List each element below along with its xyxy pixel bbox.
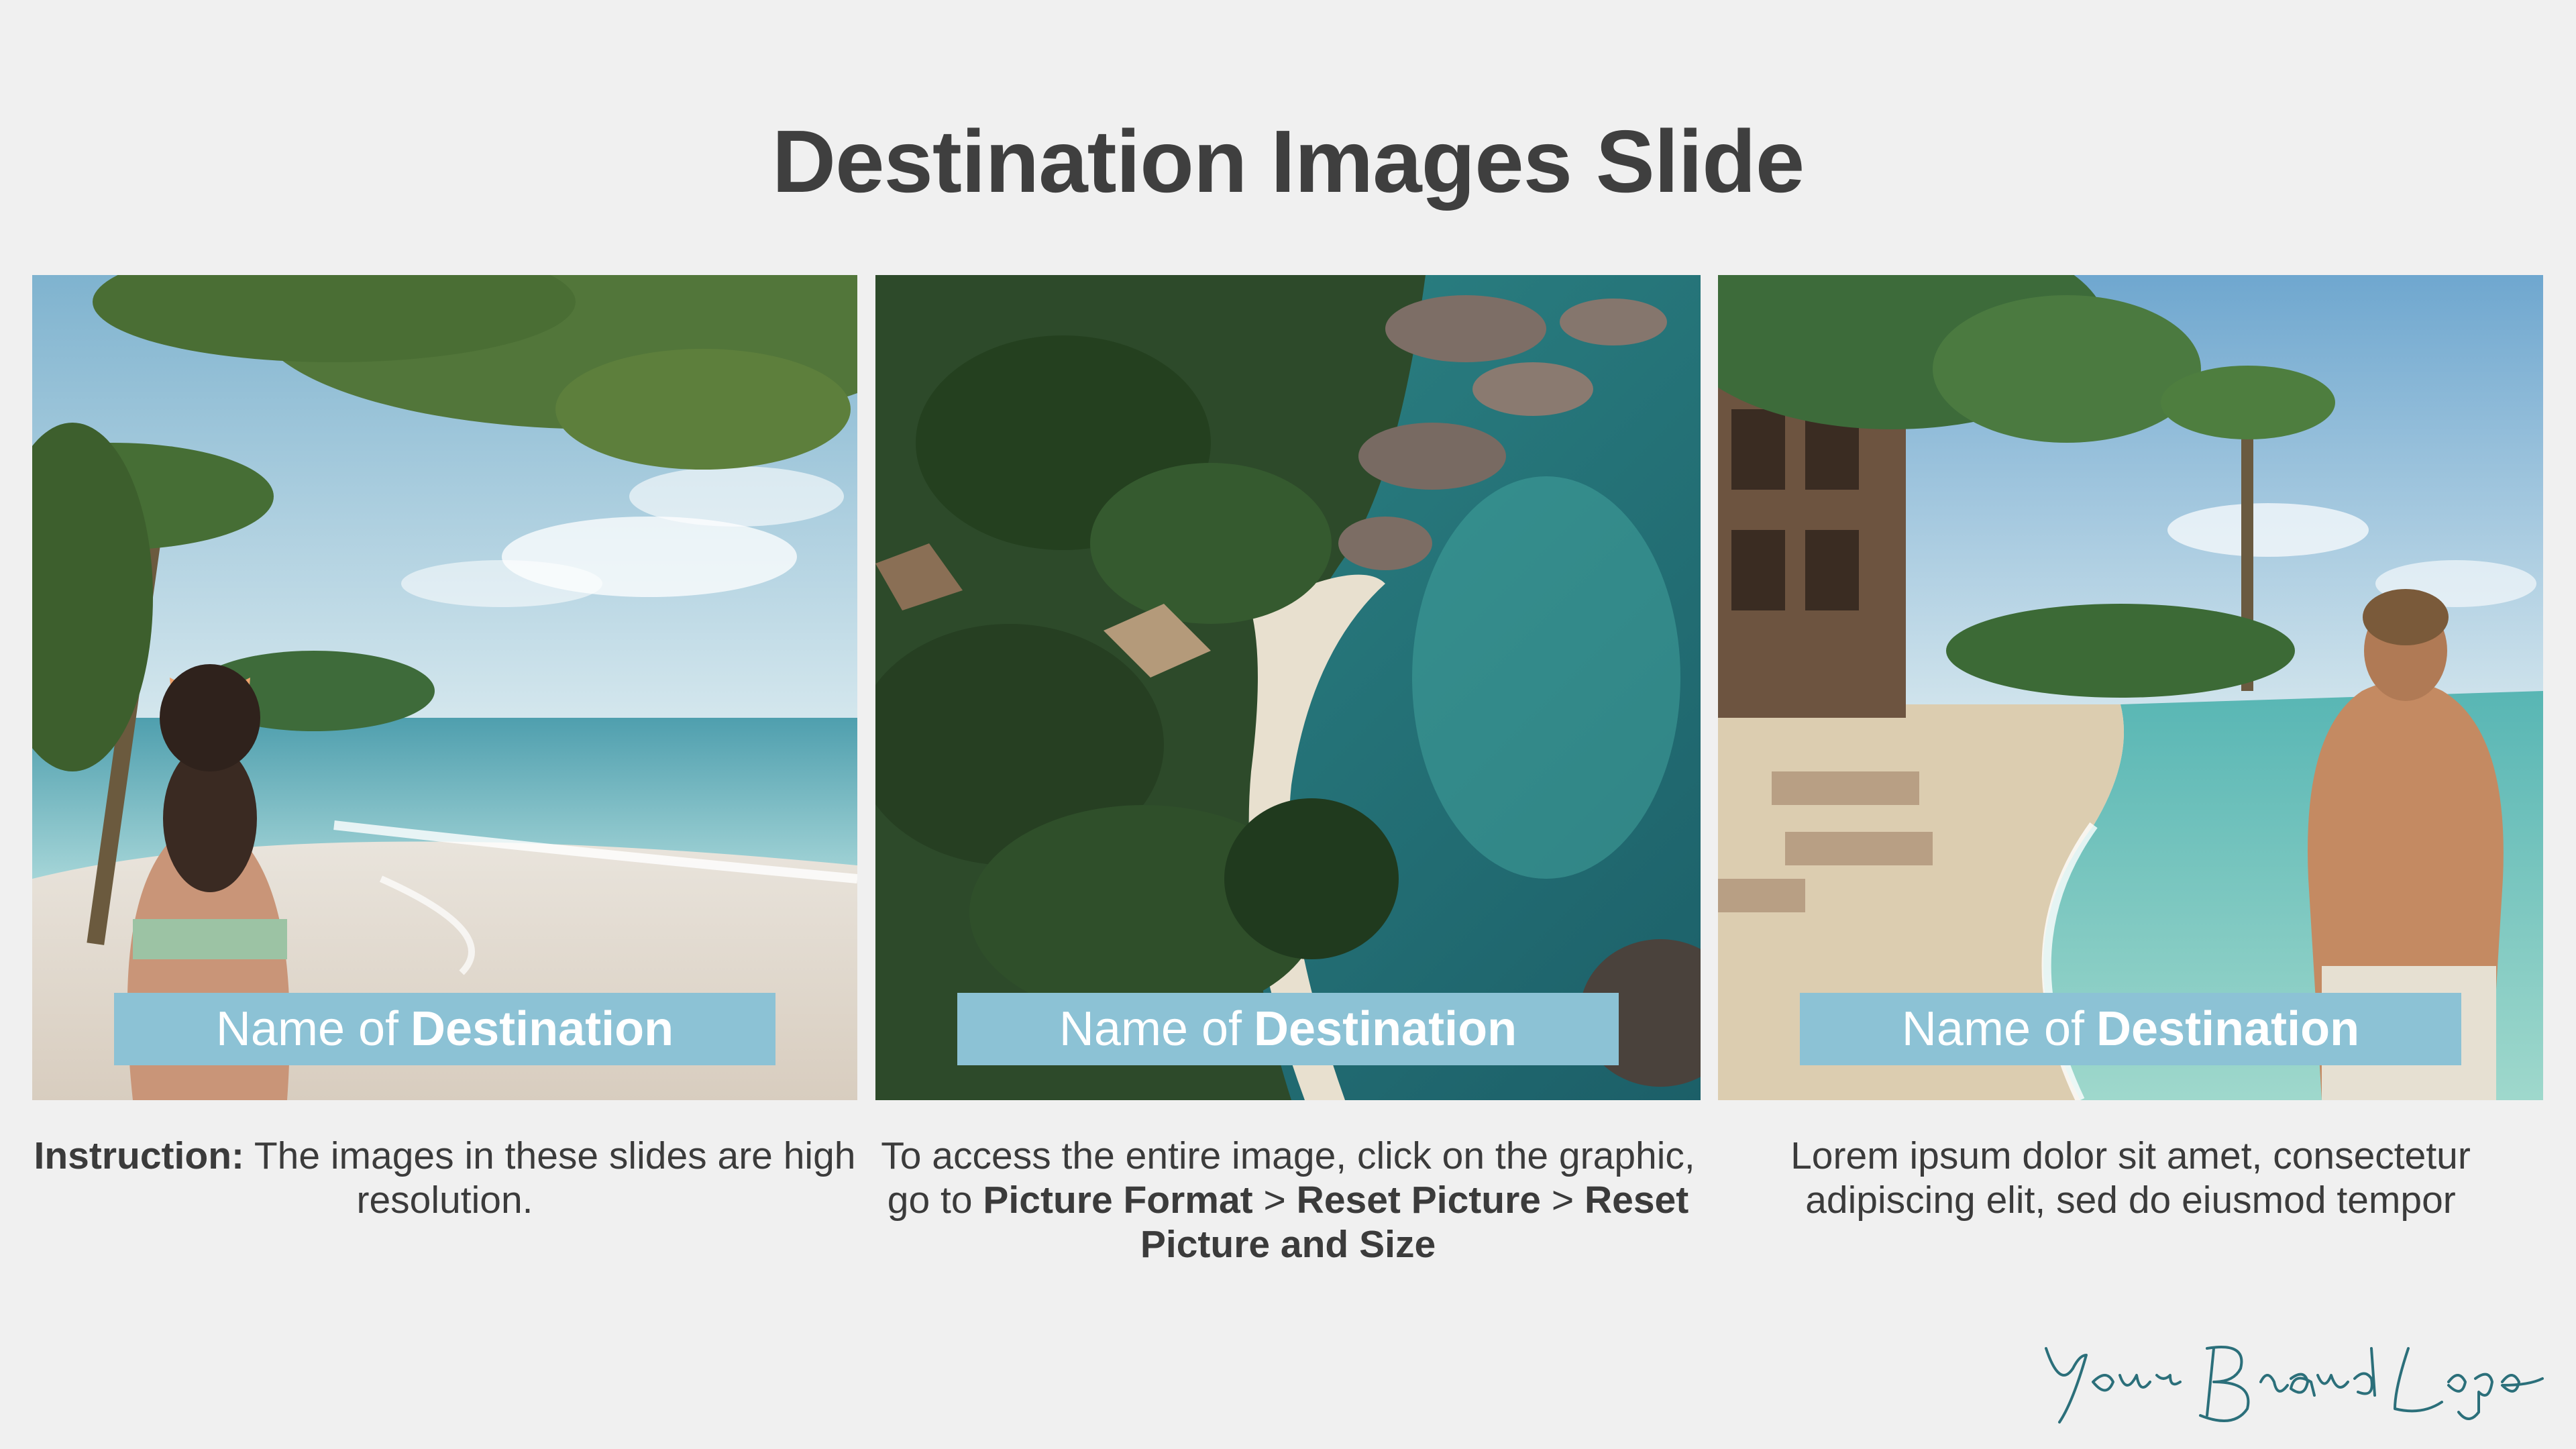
destination-card-1[interactable]: Name of Destination <box>32 275 857 1100</box>
aerial-island-photo <box>875 275 1701 1100</box>
name-bold: Destination <box>2096 1002 2360 1056</box>
caption-text: The images in these slides are high reso… <box>254 1134 856 1222</box>
step-reset-picture: Reset Picture <box>1296 1179 1541 1222</box>
destination-name-bar: Name of Destination <box>114 993 775 1065</box>
destination-card-3[interactable]: Name of Destination <box>1718 275 2543 1100</box>
name-prefix: Name of <box>1059 1002 1242 1056</box>
caption-text: Lorem ipsum dolor sit amet, consectetur … <box>1790 1134 2471 1222</box>
step-picture-format: Picture Format <box>983 1179 1253 1222</box>
slide-title: Destination Images Slide <box>771 112 1805 211</box>
resort-man-photo <box>1718 275 2543 1100</box>
name-bold: Destination <box>411 1002 674 1056</box>
step-separator: > <box>1551 1179 1574 1222</box>
name-prefix: Name of <box>1901 1002 2085 1056</box>
destination-card-2[interactable]: Name of Destination <box>875 275 1701 1100</box>
caption-label: Instruction: <box>34 1134 244 1177</box>
caption-lorem: Lorem ipsum dolor sit amet, consectetur … <box>1718 1134 2543 1222</box>
caption-instruction: Instruction: The images in these slides … <box>32 1134 857 1222</box>
step-separator: > <box>1263 1179 1286 1222</box>
caption-reset-steps: To access the entire image, click on the… <box>875 1134 1701 1267</box>
brand-logo <box>2045 1346 2544 1424</box>
name-prefix: Name of <box>215 1002 399 1056</box>
destination-name-bar: Name of Destination <box>957 993 1619 1065</box>
beach-woman-photo <box>32 275 857 1100</box>
destination-name-bar: Name of Destination <box>1800 993 2461 1065</box>
name-bold: Destination <box>1254 1002 1517 1056</box>
